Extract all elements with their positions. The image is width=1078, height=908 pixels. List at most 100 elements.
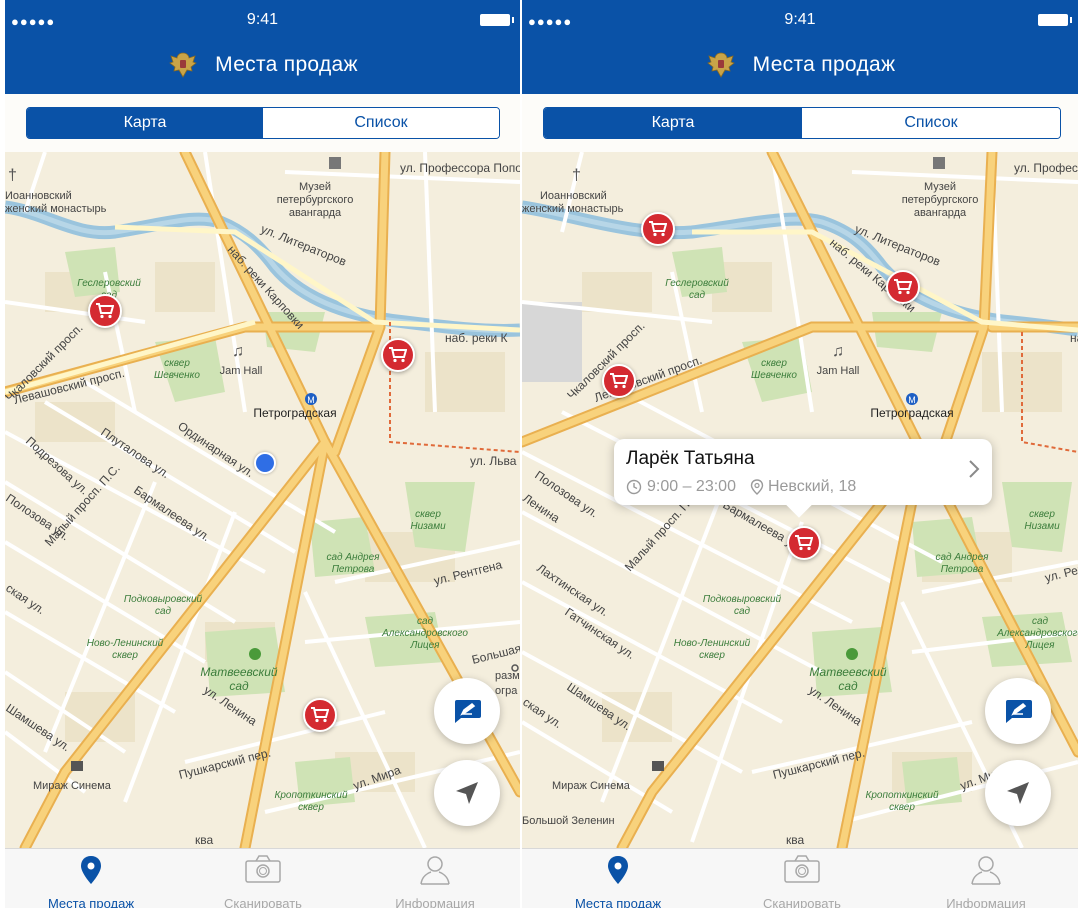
svg-text:Шевченко: Шевченко xyxy=(751,370,797,381)
shopping-cart-icon[interactable] xyxy=(641,212,675,246)
svg-text:Иоанновский: Иоанновский xyxy=(540,190,607,202)
view-segmented-control: Карта Список xyxy=(26,107,500,139)
svg-text:сад: сад xyxy=(1032,616,1049,627)
place-callout[interactable]: Ларёк Татьяна 9:00 – 23:00 Невский, 18 xyxy=(614,439,992,505)
nav-bar: Места продаж xyxy=(522,36,1078,94)
segment-list[interactable]: Список xyxy=(802,108,1060,138)
svg-text:ква: ква xyxy=(786,833,804,847)
svg-text:Геслеровский: Геслеровский xyxy=(77,278,141,289)
svg-text:Кропоткинский: Кропоткинский xyxy=(865,790,938,801)
shopping-cart-icon[interactable] xyxy=(787,526,821,560)
shopping-cart-icon[interactable] xyxy=(88,294,122,328)
segment-map[interactable]: Карта xyxy=(544,108,802,138)
edit-icon xyxy=(1006,700,1032,723)
segment-map[interactable]: Карта xyxy=(27,108,263,138)
svg-text:ул. Профессора Попова: ул. Профессора Попова xyxy=(1014,161,1078,175)
svg-text:Низами: Низами xyxy=(1024,521,1060,532)
svg-text:Музей: Музей xyxy=(924,181,956,193)
tab-scan-label: Сканировать xyxy=(763,896,841,908)
shopping-cart-icon[interactable] xyxy=(303,698,337,732)
svg-text:Геслеровский: Геслеровский xyxy=(665,278,729,289)
svg-text:ква: ква xyxy=(195,833,213,847)
location-arrow-icon xyxy=(1007,782,1029,804)
svg-text:M: M xyxy=(307,395,315,405)
svg-text:авангарда: авангарда xyxy=(914,207,967,219)
tab-info[interactable]: Информация xyxy=(900,849,1072,908)
svg-text:Ново-Ленинский: Ново-Ленинский xyxy=(87,638,164,649)
cart-glyph xyxy=(389,347,407,363)
tab-bar: Места продаж Сканировать Информация xyxy=(522,848,1078,908)
svg-text:Петроградская: Петроградская xyxy=(253,406,336,420)
locate-me-button[interactable] xyxy=(434,760,500,826)
tab-scan[interactable]: Сканировать xyxy=(177,849,349,908)
svg-text:сад: сад xyxy=(689,290,706,301)
view-switch-bar: Карта Список xyxy=(522,94,1078,152)
svg-text:Jam Hall: Jam Hall xyxy=(817,365,860,377)
map-pin-icon xyxy=(81,856,101,884)
tab-info-label: Информация xyxy=(946,896,1026,908)
svg-text:сад: сад xyxy=(229,679,249,693)
tab-scan[interactable]: Сканировать xyxy=(716,849,888,908)
tab-places-label: Места продаж xyxy=(47,896,135,908)
svg-text:Лицея: Лицея xyxy=(1024,640,1055,651)
svg-text:Петрова: Петрова xyxy=(941,564,984,575)
screen-map-callout: ●●●●● 9:41 Места продаж Карта Список ул.… xyxy=(522,0,1078,908)
view-switch-bar: Карта Список xyxy=(5,94,520,152)
person-icon xyxy=(971,856,1001,885)
svg-text:сквер: сквер xyxy=(112,650,138,661)
screen-map-view: ●●●●● 9:41 Места продаж Карта Список ул.… xyxy=(5,0,520,908)
map-view[interactable]: ул. Профессора Попова Иоанновский женски… xyxy=(522,152,1078,848)
svg-text:Подковыровский: Подковыровский xyxy=(124,594,203,605)
map-view[interactable]: ул. Профессора Попова Иоанновский женски… xyxy=(5,152,520,848)
svg-text:Александровского: Александровского xyxy=(996,628,1078,639)
tab-places[interactable]: Места продаж xyxy=(532,849,704,908)
svg-text:Александровского: Александровского xyxy=(381,628,468,639)
svg-text:сад Андрея: сад Андрея xyxy=(326,552,380,563)
svg-text:Петрова: Петрова xyxy=(332,564,375,575)
tab-info[interactable]: Информация xyxy=(349,849,520,908)
svg-text:Мираж Синема: Мираж Синема xyxy=(552,780,631,792)
cart-glyph xyxy=(649,221,667,237)
shopping-cart-icon[interactable] xyxy=(886,270,920,304)
tab-places-label: Места продаж xyxy=(574,896,662,908)
svg-text:сквер: сквер xyxy=(889,802,915,813)
status-time: 9:41 xyxy=(784,11,816,28)
shopping-cart-icon[interactable] xyxy=(602,364,636,398)
svg-text:Матвеевский: Матвеевский xyxy=(200,665,277,679)
feedback-button[interactable] xyxy=(434,678,500,744)
svg-text:†: † xyxy=(572,167,581,184)
battery-icon xyxy=(1038,14,1072,26)
location-arrow-icon xyxy=(456,782,478,804)
locate-me-button[interactable] xyxy=(985,760,1051,826)
tab-places[interactable]: Места продаж xyxy=(5,849,177,908)
svg-text:♫: ♫ xyxy=(832,343,844,360)
svg-text:авангарда: авангарда xyxy=(289,207,342,219)
svg-text:петербургского: петербургского xyxy=(277,194,354,206)
svg-text:сквер: сквер xyxy=(761,358,787,369)
edit-icon xyxy=(455,700,481,723)
battery-icon xyxy=(480,14,514,26)
person-icon xyxy=(420,856,450,885)
svg-text:петербургского: петербургского xyxy=(902,194,979,206)
cart-glyph xyxy=(311,707,329,723)
clock-icon xyxy=(626,479,642,495)
place-address: Невский, 18 xyxy=(767,478,857,495)
svg-text:M: M xyxy=(908,395,916,405)
place-name: Ларёк Татьяна xyxy=(626,448,755,469)
svg-text:сад Андрея: сад Андрея xyxy=(935,552,989,563)
camera-icon xyxy=(784,855,820,883)
svg-text:сквер: сквер xyxy=(1029,509,1055,520)
svg-text:наб. реки К: наб. реки К xyxy=(1070,331,1078,345)
feedback-button[interactable] xyxy=(985,678,1051,744)
segment-list[interactable]: Список xyxy=(263,108,499,138)
map-canvas: ул. Профессора Попова Иоанновский женски… xyxy=(5,152,520,848)
page-title: Места продаж xyxy=(215,53,358,76)
shopping-cart-icon[interactable] xyxy=(381,338,415,372)
svg-text:Jam Hall: Jam Hall xyxy=(220,365,263,377)
place-hours: 9:00 – 23:00 xyxy=(647,478,736,495)
status-time: 9:41 xyxy=(246,11,279,28)
svg-text:разминск: разминск xyxy=(495,670,520,682)
svg-text:сквер: сквер xyxy=(415,509,441,520)
svg-text:Ново-Ленинский: Ново-Ленинский xyxy=(674,638,751,649)
cart-glyph xyxy=(795,535,813,551)
